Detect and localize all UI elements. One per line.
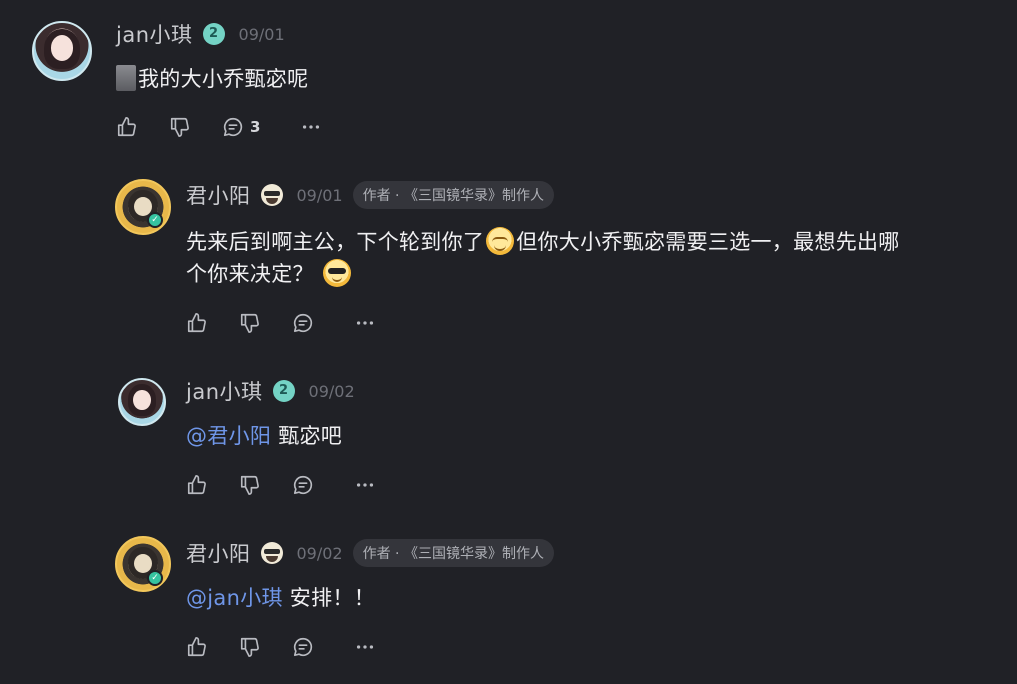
comment-icon xyxy=(223,117,243,137)
comment-icon xyxy=(293,475,313,495)
comment-thread: jan小琪 2 09/01 我的大小乔甄宓呢 3 ✓ 君小阳 09/01 作者 … xyxy=(0,0,1017,684)
comment-actions xyxy=(186,474,376,496)
reply-count: 3 xyxy=(250,118,261,136)
smirk-emoji-icon xyxy=(486,227,515,255)
sunglasses-emoji-icon xyxy=(322,259,351,287)
reply-button[interactable] xyxy=(292,474,314,496)
reply-button[interactable]: 3 xyxy=(222,116,260,138)
dislike-button[interactable] xyxy=(169,116,191,138)
comment-actions xyxy=(186,636,376,658)
comment-icon xyxy=(293,637,313,657)
more-icon xyxy=(356,645,374,649)
thumbs-up-icon xyxy=(187,637,206,657)
verified-icon: ✓ xyxy=(147,570,163,586)
author-tag: 作者 · 《三国镜华录》制作人 xyxy=(352,181,554,209)
dislike-button[interactable] xyxy=(239,312,261,334)
mention-link[interactable]: @jan小琪 xyxy=(186,586,283,610)
thumbs-down-icon xyxy=(240,637,259,657)
mention-link[interactable]: @君小阳 xyxy=(186,424,271,448)
thumbs-up-icon xyxy=(187,475,206,495)
username[interactable]: jan小琪 xyxy=(116,19,193,49)
comment-date: 09/02 xyxy=(308,381,355,401)
more-icon xyxy=(356,321,374,325)
dislike-button[interactable] xyxy=(239,474,261,496)
blurred-image xyxy=(116,65,136,91)
more-button[interactable] xyxy=(300,116,322,138)
more-button[interactable] xyxy=(354,474,376,496)
more-button[interactable] xyxy=(354,312,376,334)
comment-header: jan小琪 2 09/02 xyxy=(186,376,355,406)
level-badge: 2 xyxy=(272,380,295,402)
comment-actions xyxy=(186,312,376,334)
comment-date: 09/01 xyxy=(296,185,343,205)
thumbs-up-icon xyxy=(187,313,206,333)
more-icon xyxy=(356,483,374,487)
level-badge: 2 xyxy=(202,23,225,45)
comment-icon xyxy=(293,313,313,333)
dislike-button[interactable] xyxy=(239,636,261,658)
creator-badge-icon xyxy=(260,542,283,564)
thumbs-up-icon xyxy=(117,117,136,137)
comment-header: 君小阳 09/02 作者 · 《三国镜华录》制作人 xyxy=(186,538,554,568)
reply-button[interactable] xyxy=(292,636,314,658)
comment-text: 先来后到啊主公，下个轮到你了 但你大小乔甄宓需要三选一，最想先出哪 个你来决定？ xyxy=(186,226,986,290)
comment-date: 09/02 xyxy=(296,543,343,563)
comment-text: @jan小琪 安排！！ xyxy=(186,586,375,610)
like-button[interactable] xyxy=(186,312,208,334)
comment-text: @君小阳 甄宓吧 xyxy=(186,424,343,448)
avatar[interactable] xyxy=(32,21,92,81)
avatar[interactable] xyxy=(115,179,171,235)
comment-actions: 3 xyxy=(116,116,322,138)
more-icon xyxy=(303,125,320,129)
thumbs-down-icon xyxy=(240,475,259,495)
like-button[interactable] xyxy=(116,116,138,138)
verified-icon: ✓ xyxy=(147,212,163,228)
username[interactable]: 君小阳 xyxy=(186,180,251,210)
thumbs-down-icon xyxy=(240,313,259,333)
creator-badge-icon xyxy=(260,184,283,206)
username[interactable]: jan小琪 xyxy=(186,376,263,406)
avatar[interactable] xyxy=(115,536,171,592)
like-button[interactable] xyxy=(186,474,208,496)
like-button[interactable] xyxy=(186,636,208,658)
username[interactable]: 君小阳 xyxy=(186,538,251,568)
more-button[interactable] xyxy=(354,636,376,658)
reply-button[interactable] xyxy=(292,312,314,334)
comment-date: 09/01 xyxy=(238,24,285,44)
author-tag: 作者 · 《三国镜华录》制作人 xyxy=(352,539,554,567)
avatar[interactable] xyxy=(118,378,166,426)
comment-header: jan小琪 2 09/01 xyxy=(116,20,285,48)
comment-text: 我的大小乔甄宓呢 xyxy=(116,63,308,95)
thumbs-down-icon xyxy=(170,117,189,137)
comment-header: 君小阳 09/01 作者 · 《三国镜华录》制作人 xyxy=(186,180,554,210)
